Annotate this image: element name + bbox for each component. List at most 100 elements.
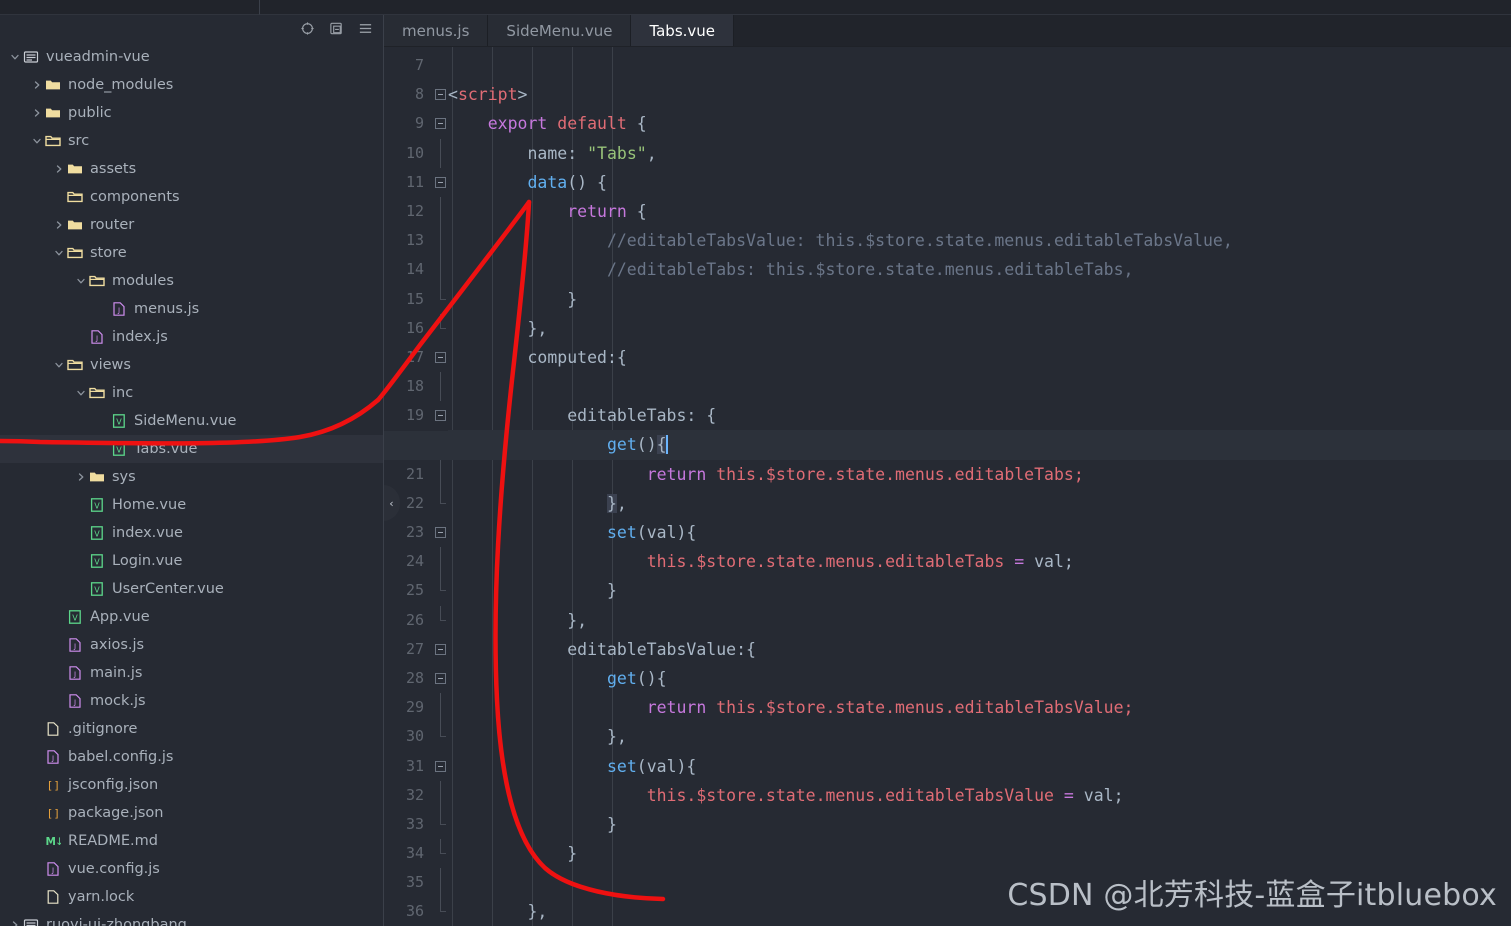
tree-item-ruoyi-ui-zhongbang[interactable]: ruoyi-ui-zhongbang (0, 911, 383, 926)
tree-item-axios-js[interactable]: Jaxios.js (0, 631, 383, 659)
chevron-down-icon[interactable] (74, 276, 88, 286)
tree-item-main-js[interactable]: Jmain.js (0, 659, 383, 687)
chevron-down-icon[interactable] (52, 360, 66, 370)
tree-item-assets[interactable]: assets (0, 155, 383, 183)
tree-item-public[interactable]: public (0, 99, 383, 127)
code-line[interactable]: computed:{ (448, 343, 1511, 372)
folder-icon (66, 161, 83, 178)
tree-item-package-json[interactable]: [] package.json (0, 799, 383, 827)
chevron-down-icon[interactable] (74, 388, 88, 398)
tree-item-yarn-lock[interactable]: yarn.lock (0, 883, 383, 911)
hamburger-menu-icon[interactable] (357, 20, 373, 36)
fold-toggle-icon[interactable] (432, 109, 448, 138)
tree-item-store[interactable]: store (0, 239, 383, 267)
code-line[interactable]: return { (448, 197, 1511, 226)
code-line[interactable]: } (448, 810, 1511, 839)
code-line[interactable]: return this.$store.state.menus.editableT… (448, 693, 1511, 722)
code-line[interactable]: set(val){ (448, 752, 1511, 781)
chevron-right-icon[interactable] (30, 80, 44, 90)
fold-toggle-icon[interactable] (432, 518, 448, 547)
code-line[interactable]: <script> (448, 80, 1511, 109)
code-line[interactable]: editableTabs: { (448, 401, 1511, 430)
code-line[interactable]: name: "Tabs", (448, 139, 1511, 168)
code-line[interactable]: } (448, 285, 1511, 314)
code-line[interactable]: set(val){ (448, 518, 1511, 547)
tree-item-readme-md[interactable]: M ↓ README.md (0, 827, 383, 855)
tree-item-index-vue[interactable]: Vindex.vue (0, 519, 383, 547)
code-line[interactable]: }, (448, 489, 1511, 518)
tree-item-sys[interactable]: sys (0, 463, 383, 491)
editor-tab-tabs-vue[interactable]: Tabs.vue (631, 15, 735, 46)
project-file-tree[interactable]: vueadmin-vue node_modules public src assets c… (0, 41, 383, 926)
tree-item-home-vue[interactable]: V Home.vue (0, 491, 383, 519)
code-line[interactable]: } (448, 839, 1511, 868)
chevron-right-icon[interactable] (30, 108, 44, 118)
tree-item-src[interactable]: src (0, 127, 383, 155)
code-line[interactable]: //editableTabsValue: this.$store.state.m… (448, 226, 1511, 255)
editor-tabbar[interactable]: menus.js SideMenu.vue Tabs.vue (384, 15, 1511, 47)
code-content[interactable]: <script> export default { name: "Tabs", … (448, 47, 1511, 926)
code-line[interactable]: } (448, 576, 1511, 605)
chevron-down-icon[interactable] (8, 52, 22, 62)
tree-item-vueadmin-vue[interactable]: vueadmin-vue (0, 43, 383, 71)
fold-toggle-icon[interactable] (432, 401, 448, 430)
code-token: = (1063, 785, 1074, 805)
tree-item-inc[interactable]: inc (0, 379, 383, 407)
select-opened-file-icon[interactable] (299, 20, 315, 36)
code-line[interactable] (448, 51, 1511, 80)
tree-item-menus-js[interactable]: Jmenus.js (0, 295, 383, 323)
tree-item-app-vue[interactable]: V App.vue (0, 603, 383, 631)
code-folding-gutter[interactable] (432, 47, 448, 926)
code-line[interactable]: get(){ (448, 430, 1511, 460)
tree-item-babel-config-js[interactable]: Jbabel.config.js (0, 743, 383, 771)
collapse-all-icon[interactable] (328, 20, 344, 36)
fold-toggle-icon[interactable] (432, 664, 448, 693)
code-line[interactable] (448, 372, 1511, 401)
tree-item-modules[interactable]: modules (0, 267, 383, 295)
editor-tab-menus-js[interactable]: menus.js (384, 15, 489, 46)
tree-item-login-vue[interactable]: V Login.vue (0, 547, 383, 575)
tree-item-usercenter-vue[interactable]: V UserCenter.vue (0, 575, 383, 603)
code-line[interactable]: //editableTabs: this.$store.state.menus.… (448, 255, 1511, 284)
tree-item-tabs-vue[interactable]: V Tabs.vue (0, 435, 383, 463)
chevron-right-icon[interactable] (74, 472, 88, 482)
line-number: 16 (405, 318, 424, 337)
chevron-right-icon[interactable] (52, 220, 66, 230)
fold-toggle-icon[interactable] (432, 752, 448, 781)
fold-toggle-icon[interactable] (432, 343, 448, 372)
code-line[interactable]: export default { (448, 109, 1511, 138)
tree-item-jsconfig-json[interactable]: [] jsconfig.json (0, 771, 383, 799)
tree-item-sidemenu-vue[interactable]: V SideMenu.vue (0, 407, 383, 435)
tree-item-node-modules[interactable]: node_modules (0, 71, 383, 99)
code-line[interactable]: return this.$store.state.menus.editableT… (448, 460, 1511, 489)
chevron-right-icon[interactable] (8, 920, 22, 926)
file-icon (44, 889, 61, 906)
code-line[interactable]: get(){ (448, 664, 1511, 693)
tree-item-mock-js[interactable]: Jmock.js (0, 687, 383, 715)
code-line[interactable]: this.$store.state.menus.editableTabsValu… (448, 781, 1511, 810)
code-token: return (567, 201, 627, 221)
tree-item-vue-config-js[interactable]: Jvue.config.js (0, 855, 383, 883)
tree-item-router[interactable]: router (0, 211, 383, 239)
fold-toggle-icon[interactable] (432, 635, 448, 664)
tree-item-components[interactable]: components (0, 183, 383, 211)
code-line[interactable]: }, (448, 606, 1511, 635)
editor-tab-sidemenu-vue[interactable]: SideMenu.vue (488, 15, 632, 46)
fold-toggle-icon[interactable] (432, 168, 448, 197)
chevron-right-icon[interactable] (52, 164, 66, 174)
code-line[interactable]: this.$store.state.menus.editableTabs = v… (448, 547, 1511, 576)
code-line[interactable]: }, (448, 314, 1511, 343)
js-icon: J (88, 329, 105, 346)
tree-item-views[interactable]: views (0, 351, 383, 379)
code-line[interactable]: }, (448, 722, 1511, 751)
chevron-down-icon[interactable] (52, 248, 66, 258)
code-line[interactable]: data() { (448, 168, 1511, 197)
fold-toggle-icon[interactable] (432, 80, 448, 109)
tree-item--gitignore[interactable]: .gitignore (0, 715, 383, 743)
chevron-down-icon[interactable] (30, 136, 44, 146)
tree-item-index-js[interactable]: Jindex.js (0, 323, 383, 351)
code-line[interactable]: editableTabsValue:{ (448, 635, 1511, 664)
code-viewport[interactable]: 7891011121314151617181920212223242526272… (384, 47, 1511, 926)
code-token: data (527, 172, 568, 192)
